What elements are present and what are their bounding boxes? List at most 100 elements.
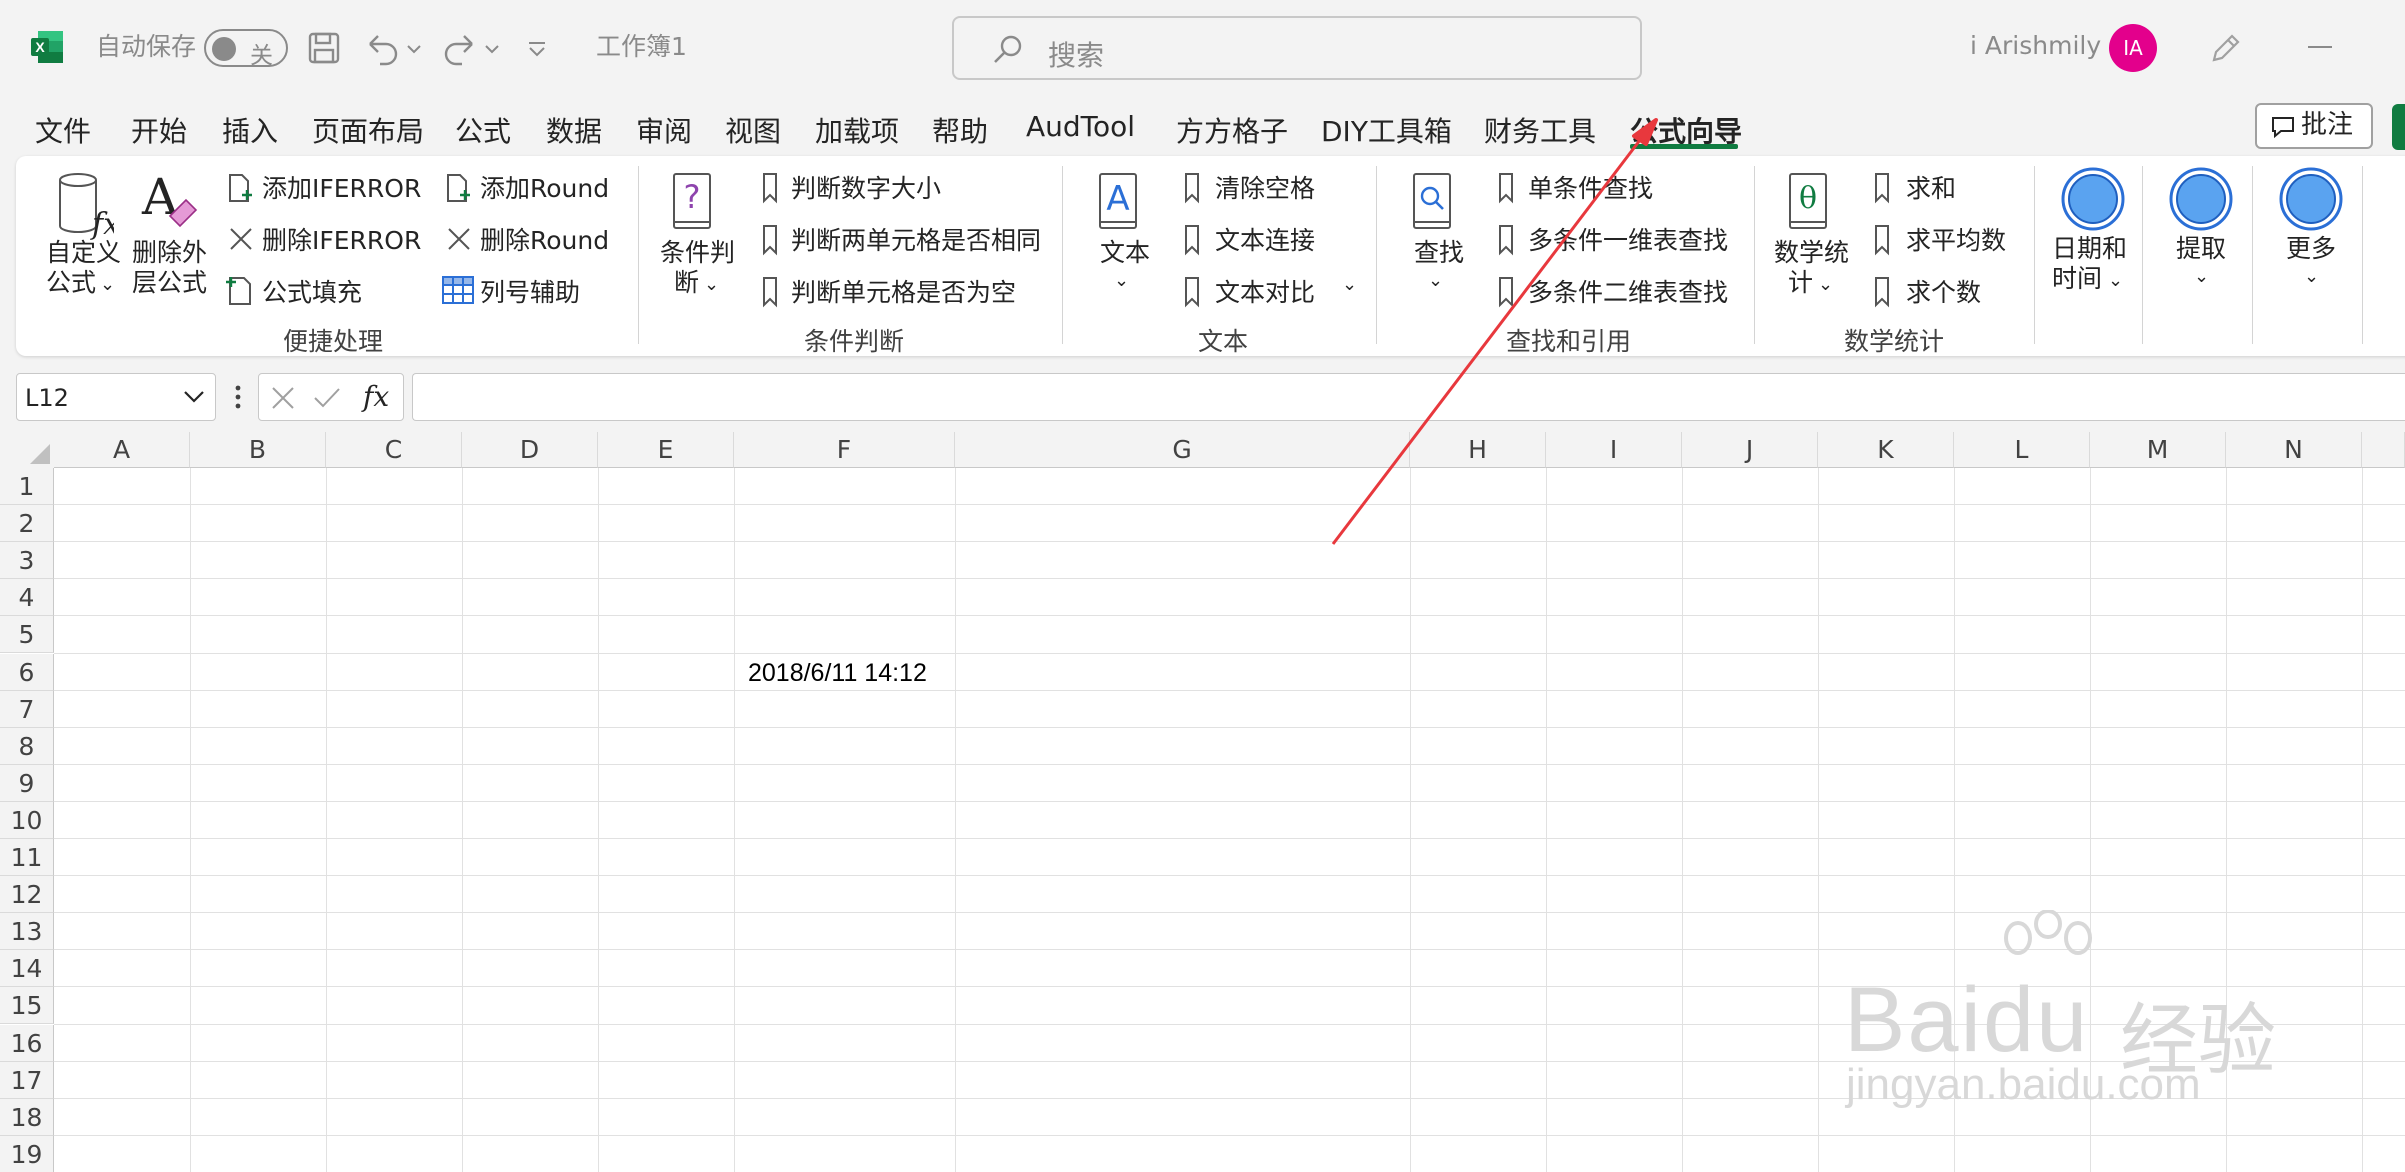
datetime-label-1[interactable]: 日期和 xyxy=(2052,236,2127,261)
lookup-menu-label[interactable]: 查找 xyxy=(1414,240,1464,265)
text-menu-chevron-down-icon[interactable]: ⌄ xyxy=(1114,272,1129,290)
more-label[interactable]: 更多 xyxy=(2286,236,2336,261)
text-compare-button[interactable]: 文本对比 xyxy=(1215,280,1315,305)
tab-help[interactable]: 帮助 xyxy=(932,110,988,150)
formula-input[interactable] xyxy=(412,373,2405,421)
row-header-8[interactable]: 8 xyxy=(0,727,54,765)
customize-qat-icon[interactable] xyxy=(524,28,550,68)
column-header-a[interactable]: A xyxy=(54,432,190,468)
math-stats-chevron-down-icon[interactable]: ⌄ xyxy=(1818,276,1833,294)
comments-button[interactable]: 批注 xyxy=(2255,103,2373,149)
row-header-13[interactable]: 13 xyxy=(0,913,54,951)
custom-formula-chevron-down-icon[interactable]: ⌄ xyxy=(100,276,115,294)
tab-fangfang[interactable]: 方方格子 xyxy=(1176,110,1288,150)
save-icon[interactable] xyxy=(304,28,344,68)
column-header-f[interactable]: F xyxy=(734,432,955,468)
undo-icon[interactable] xyxy=(362,28,402,68)
pen-icon[interactable] xyxy=(2206,28,2246,68)
insert-function-fx-icon[interactable]: fx xyxy=(363,380,389,413)
delete-iferror-button[interactable]: 删除IFERROR xyxy=(262,228,421,253)
cell-f6[interactable]: 2018/6/11 14:12 xyxy=(748,659,927,688)
redo-dropdown-chevron-down-icon[interactable] xyxy=(482,28,502,68)
judge-number-size-button[interactable]: 判断数字大小 xyxy=(791,176,941,201)
single-condition-lookup-button[interactable]: 单条件查找 xyxy=(1528,176,1653,201)
more-chevron-down-icon[interactable]: ⌄ xyxy=(2304,268,2319,286)
text-menu-label[interactable]: 文本 xyxy=(1100,240,1150,265)
row-header-1[interactable]: 1 xyxy=(0,468,54,505)
count-button[interactable]: 求个数 xyxy=(1906,280,1981,305)
tab-page-layout[interactable]: 页面布局 xyxy=(312,110,424,150)
column-number-helper-button[interactable]: 列号辅助 xyxy=(480,280,580,305)
multi-condition-2d-lookup-button[interactable]: 多条件二维表查找 xyxy=(1528,280,1728,305)
name-box[interactable]: L12 xyxy=(16,373,216,421)
select-all-corner[interactable] xyxy=(0,432,54,468)
datetime-label-2[interactable]: 时间 xyxy=(2052,266,2102,291)
more-options-icon[interactable] xyxy=(234,384,242,410)
column-header-n[interactable]: N xyxy=(2226,432,2362,468)
datetime-chevron-down-icon[interactable]: ⌄ xyxy=(2108,272,2123,290)
tab-insert[interactable]: 插入 xyxy=(222,110,278,150)
column-header-c[interactable]: C xyxy=(326,432,462,468)
add-iferror-button[interactable]: 添加IFERROR xyxy=(262,176,421,201)
condition-judge-label-2[interactable]: 断 xyxy=(674,270,699,295)
extract-label[interactable]: 提取 xyxy=(2176,236,2226,261)
tab-formulas[interactable]: 公式 xyxy=(455,110,511,150)
search-box[interactable]: 搜索 xyxy=(952,16,1642,80)
math-stats-label-1[interactable]: 数学统 xyxy=(1774,240,1849,265)
column-header-d[interactable]: D xyxy=(462,432,598,468)
condition-judge-chevron-down-icon[interactable]: ⌄ xyxy=(704,276,719,294)
column-header-l[interactable]: L xyxy=(1954,432,2090,468)
minimize-icon[interactable] xyxy=(2308,46,2332,48)
tab-file[interactable]: 文件 xyxy=(35,110,91,150)
average-button[interactable]: 求平均数 xyxy=(1906,228,2006,253)
row-header-15[interactable]: 15 xyxy=(0,987,54,1025)
row-header-10[interactable]: 10 xyxy=(0,801,54,839)
row-header-16[interactable]: 16 xyxy=(0,1024,54,1062)
autosave-toggle[interactable]: 关 xyxy=(204,29,288,69)
multi-condition-1d-lookup-button[interactable]: 多条件一维表查找 xyxy=(1528,228,1728,253)
cancel-x-icon[interactable] xyxy=(271,386,295,410)
confirm-check-icon[interactable] xyxy=(313,386,341,410)
formula-fill-button[interactable]: 公式填充 xyxy=(262,280,362,305)
clear-spaces-button[interactable]: 清除空格 xyxy=(1215,176,1315,201)
tab-addins[interactable]: 加载项 xyxy=(815,110,899,150)
custom-formula-label-2[interactable]: 公式 xyxy=(46,270,96,295)
tab-diy-toolbox[interactable]: DIY工具箱 xyxy=(1321,110,1452,150)
row-header-2[interactable]: 2 xyxy=(0,505,54,543)
tab-view[interactable]: 视图 xyxy=(725,110,781,150)
row-header-12[interactable]: 12 xyxy=(0,876,54,914)
text-concat-button[interactable]: 文本连接 xyxy=(1215,228,1315,253)
column-header-h[interactable]: H xyxy=(1410,432,1546,468)
column-header-m[interactable]: M xyxy=(2090,432,2226,468)
delete-outer-formula-label-2[interactable]: 层公式 xyxy=(132,270,207,295)
user-name[interactable]: i Arishmily xyxy=(1970,33,2101,58)
column-header-g[interactable]: G xyxy=(955,432,1410,468)
row-header-17[interactable]: 17 xyxy=(0,1061,54,1099)
condition-judge-label-1[interactable]: 条件判 xyxy=(660,240,735,265)
column-header-e[interactable]: E xyxy=(598,432,734,468)
lookup-menu-chevron-down-icon[interactable]: ⌄ xyxy=(1428,272,1443,290)
row-header-9[interactable]: 9 xyxy=(0,764,54,802)
text-compare-chevron-down-icon[interactable]: ⌄ xyxy=(1342,276,1357,294)
share-button-edge[interactable] xyxy=(2392,104,2405,150)
judge-two-cells-same-button[interactable]: 判断两单元格是否相同 xyxy=(791,228,1041,253)
row-header-14[interactable]: 14 xyxy=(0,950,54,988)
row-header-5[interactable]: 5 xyxy=(0,616,54,654)
chevron-down-icon[interactable] xyxy=(183,390,205,404)
row-header-7[interactable]: 7 xyxy=(0,690,54,728)
tab-home[interactable]: 开始 xyxy=(131,110,187,150)
row-header-4[interactable]: 4 xyxy=(0,579,54,617)
column-header-partial[interactable] xyxy=(2362,432,2405,468)
custom-formula-label-1[interactable]: 自定义 xyxy=(46,240,121,265)
tab-finance-tools[interactable]: 财务工具 xyxy=(1484,110,1596,150)
delete-round-button[interactable]: 删除Round xyxy=(480,228,609,253)
column-header-b[interactable]: B xyxy=(190,432,326,468)
redo-icon[interactable] xyxy=(440,28,480,68)
math-stats-label-2[interactable]: 计 xyxy=(1788,270,1813,295)
row-header-18[interactable]: 18 xyxy=(0,1098,54,1136)
row-header-19[interactable]: 19 xyxy=(0,1135,54,1172)
sum-button[interactable]: 求和 xyxy=(1906,176,1956,201)
delete-outer-formula-label-1[interactable]: 删除外 xyxy=(132,240,207,265)
column-header-k[interactable]: K xyxy=(1818,432,1954,468)
tab-audtool[interactable]: AudTool xyxy=(1026,110,1135,143)
